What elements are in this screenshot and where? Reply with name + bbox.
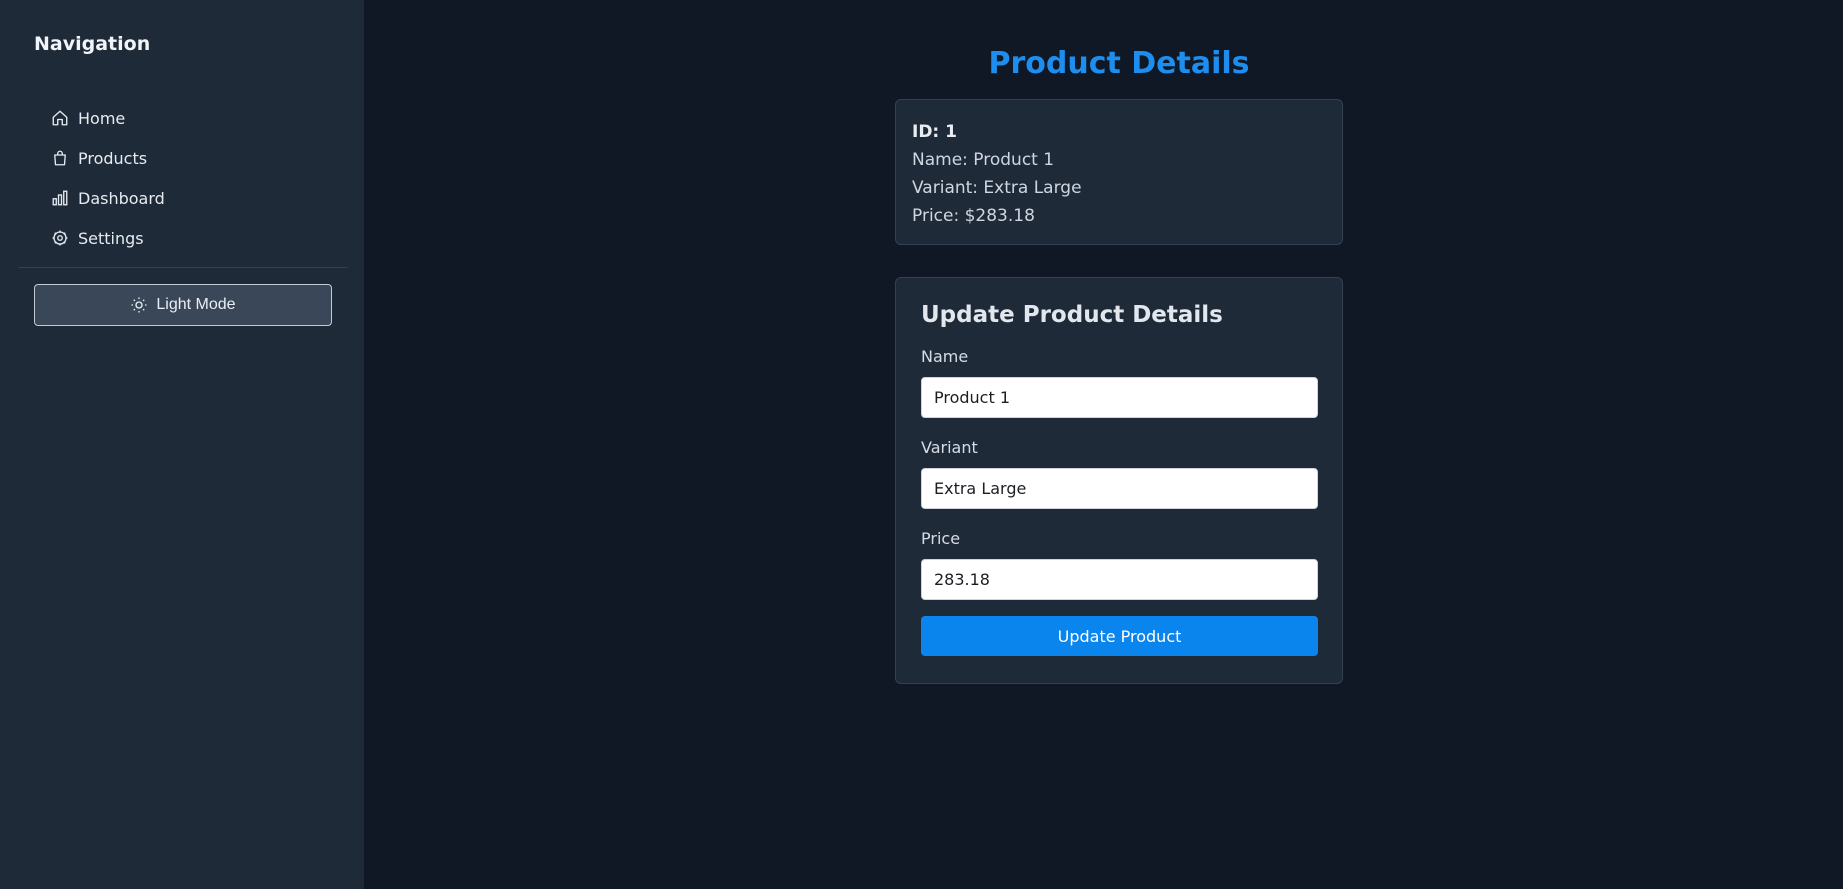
variant-input[interactable] <box>921 468 1318 509</box>
home-icon <box>50 108 70 128</box>
form-title: Update Product Details <box>921 302 1223 328</box>
page-title: Product Details <box>988 46 1250 81</box>
sidebar-item-label: Settings <box>78 228 144 248</box>
product-name: Name: Product 1 <box>912 150 1055 170</box>
gear-icon <box>50 228 70 248</box>
light-mode-button[interactable]: Light Mode <box>34 284 332 326</box>
price-label: Price <box>921 529 961 548</box>
bar-chart-icon <box>50 188 70 208</box>
sidebar-item-label: Home <box>78 108 126 128</box>
light-mode-label: Light Mode <box>156 296 236 313</box>
product-id: ID: 1 <box>912 122 957 142</box>
sidebar-item-settings[interactable]: Settings <box>50 218 165 258</box>
variant-label: Variant <box>921 438 978 457</box>
product-price: Price: $283.18 <box>912 206 1035 226</box>
nav-list: Home Products Dashboard Settings <box>50 98 165 258</box>
sidebar-item-products[interactable]: Products <box>50 138 165 178</box>
update-product-button[interactable]: Update Product <box>921 616 1318 656</box>
price-input[interactable] <box>921 559 1318 600</box>
product-variant: Variant: Extra Large <box>912 178 1082 198</box>
name-input[interactable] <box>921 377 1318 418</box>
product-info-card: ID: 1 Name: Product 1 Variant: Extra Lar… <box>895 99 1343 245</box>
name-label: Name <box>921 347 969 366</box>
sidebar-item-label: Dashboard <box>78 188 165 208</box>
sidebar-item-dashboard[interactable]: Dashboard <box>50 178 165 218</box>
sidebar-title: Navigation <box>34 33 151 55</box>
sun-icon <box>131 297 147 313</box>
shopping-bag-icon <box>50 148 70 168</box>
sidebar-divider <box>19 267 348 268</box>
sidebar: Navigation Home Products Dashboard Setti… <box>0 0 364 889</box>
sidebar-item-label: Products <box>78 148 148 168</box>
sidebar-item-home[interactable]: Home <box>50 98 165 138</box>
update-product-form: Update Product Details Name Variant Pric… <box>895 277 1343 684</box>
